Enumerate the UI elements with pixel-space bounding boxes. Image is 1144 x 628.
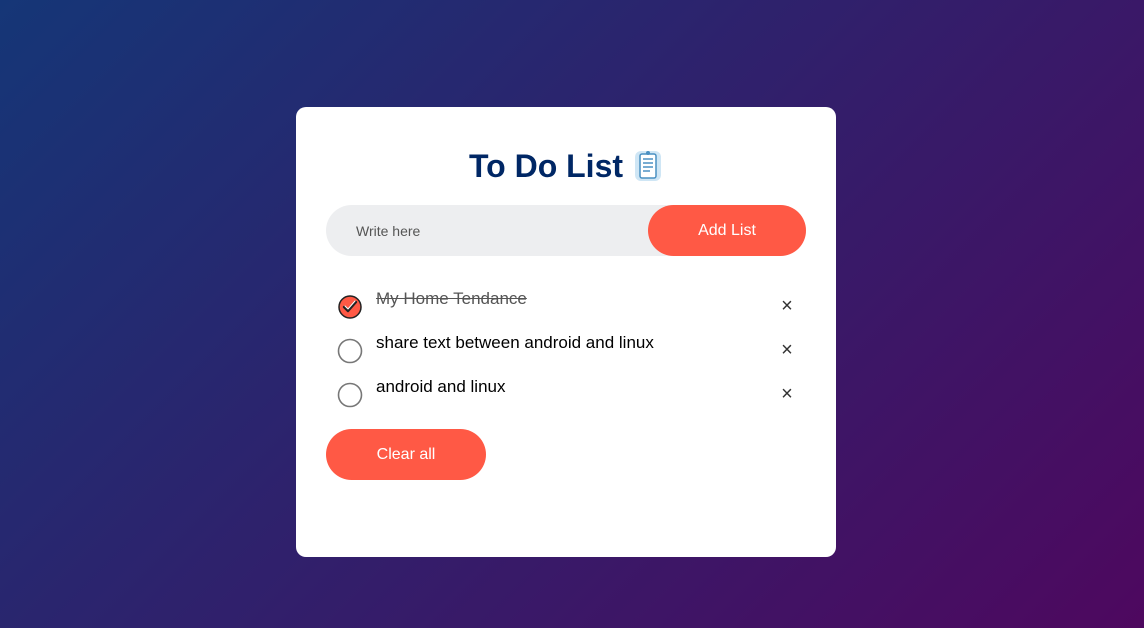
title-row: To Do List <box>326 147 806 185</box>
add-list-button[interactable]: Add List <box>648 205 806 256</box>
todo-card: To Do List Add List <box>296 107 836 557</box>
remove-task-icon[interactable]: × <box>774 337 800 363</box>
task-input[interactable] <box>346 212 648 249</box>
task-item[interactable]: share text between android and linux × <box>326 325 806 369</box>
unchecked-checkbox-icon[interactable] <box>337 338 363 364</box>
page-title: To Do List <box>468 148 624 184</box>
remove-task-icon[interactable]: × <box>774 381 800 407</box>
clear-all-button[interactable]: Clear all <box>326 429 486 480</box>
task-item[interactable]: My Home Tendance × <box>326 281 806 325</box>
unchecked-checkbox-icon[interactable] <box>337 382 363 408</box>
task-text: My Home Tendance <box>376 289 527 308</box>
notepad-icon <box>633 149 663 183</box>
task-list: My Home Tendance × share text between an… <box>326 281 806 413</box>
checked-checkbox-icon[interactable] <box>337 294 363 320</box>
task-input-row: Add List <box>326 205 806 256</box>
task-text: share text between android and linux <box>376 333 654 352</box>
remove-task-icon[interactable]: × <box>774 293 800 319</box>
task-text: android and linux <box>376 377 506 396</box>
task-item[interactable]: android and linux × <box>326 369 806 413</box>
